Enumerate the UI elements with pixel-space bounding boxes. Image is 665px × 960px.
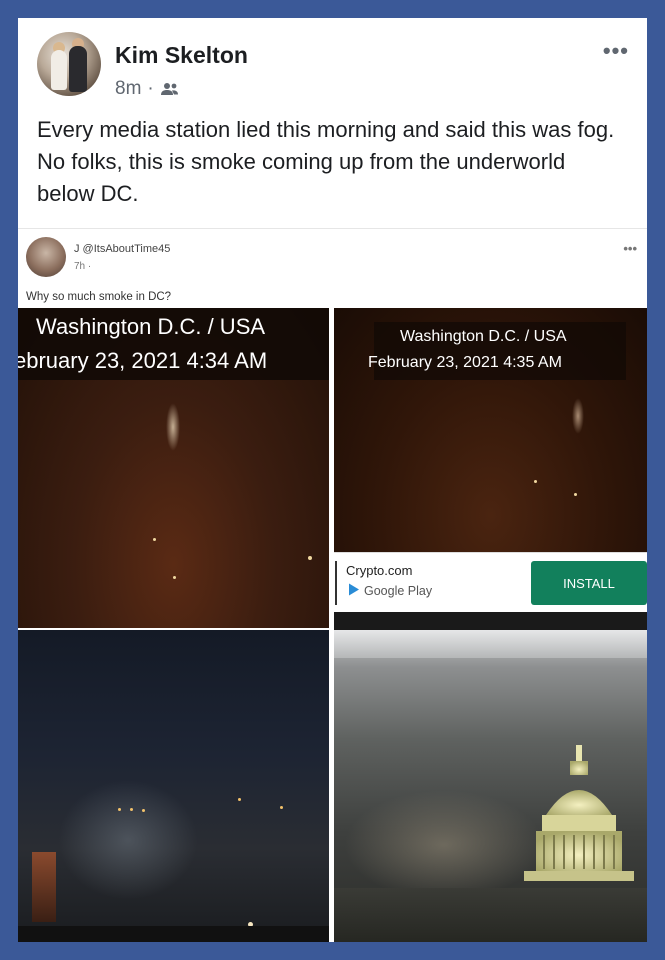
- smoke-cloud: [58, 780, 198, 900]
- photo-caption: Washington D.C. / USA ebruary 23, 2021 4…: [18, 308, 329, 380]
- photo-dc-night: [18, 630, 329, 942]
- embedded-more-icon: •••: [623, 241, 637, 256]
- smoke-plume: [572, 398, 584, 434]
- photo-caption: Washington D.C. / USA February 23, 2021 …: [368, 322, 626, 380]
- ad-strip: [334, 612, 647, 630]
- photo-capitol: [334, 630, 647, 942]
- embedded-time: 7h ·: [74, 261, 92, 272]
- caption-timestamp: February 23, 2021 4:35 AM: [368, 354, 562, 371]
- embedded-handle: J @ItsAboutTime45: [74, 243, 171, 255]
- embedded-avatar: [26, 237, 66, 277]
- ad-banner[interactable]: Crypto.com Google Play INSTALL: [334, 552, 647, 613]
- city-light: [280, 806, 283, 809]
- light-dot: [153, 538, 156, 541]
- light-dot: [574, 493, 577, 496]
- author-name[interactable]: Kim Skelton: [115, 42, 248, 69]
- caption-timestamp: ebruary 23, 2021 4:34 AM: [18, 348, 268, 373]
- building: [32, 852, 56, 922]
- ground: [18, 926, 329, 942]
- light-dot: [534, 480, 537, 483]
- install-button[interactable]: INSTALL: [531, 561, 647, 605]
- caption-location: Washington D.C. / USA: [400, 328, 567, 345]
- photo-dc-434: Washington D.C. / USA ebruary 23, 2021 4…: [18, 308, 329, 628]
- caption-location: Washington D.C. / USA: [36, 314, 266, 339]
- embedded-text: Why so much smoke in DC?: [26, 291, 172, 303]
- city-light: [238, 798, 241, 801]
- ad-divider: [335, 561, 337, 605]
- author-avatar[interactable]: [37, 32, 101, 96]
- post-meta: 8m ·: [115, 78, 180, 100]
- photo-dc-435: Washington D.C. / USA February 23, 2021 …: [334, 308, 647, 552]
- light-dot: [173, 576, 176, 579]
- ad-store: Google Play: [348, 583, 432, 599]
- post-time[interactable]: 8m: [115, 78, 141, 100]
- city-light: [130, 808, 133, 811]
- city-light: [118, 808, 121, 811]
- ad-store-label: Google Play: [364, 584, 433, 598]
- light-dot: [308, 556, 312, 560]
- screenshot-frame: Kim Skelton 8m · ••• Every media station…: [18, 18, 647, 942]
- friends-icon: [160, 81, 180, 97]
- capitol-dome-icon: [524, 745, 634, 881]
- sky-glare: [334, 630, 647, 658]
- more-options-icon[interactable]: •••: [603, 38, 629, 64]
- post-header: Kim Skelton 8m · ••• Every media station…: [18, 18, 647, 228]
- ad-brand: Crypto.com: [346, 563, 413, 578]
- meta-separator: ·: [147, 78, 154, 99]
- post-text: Every media station lied this morning an…: [37, 117, 615, 206]
- play-store-icon: [348, 583, 360, 599]
- smoke-cloud: [344, 790, 544, 900]
- ground: [334, 888, 647, 942]
- smoke-plume: [166, 403, 180, 451]
- city-light: [142, 809, 145, 812]
